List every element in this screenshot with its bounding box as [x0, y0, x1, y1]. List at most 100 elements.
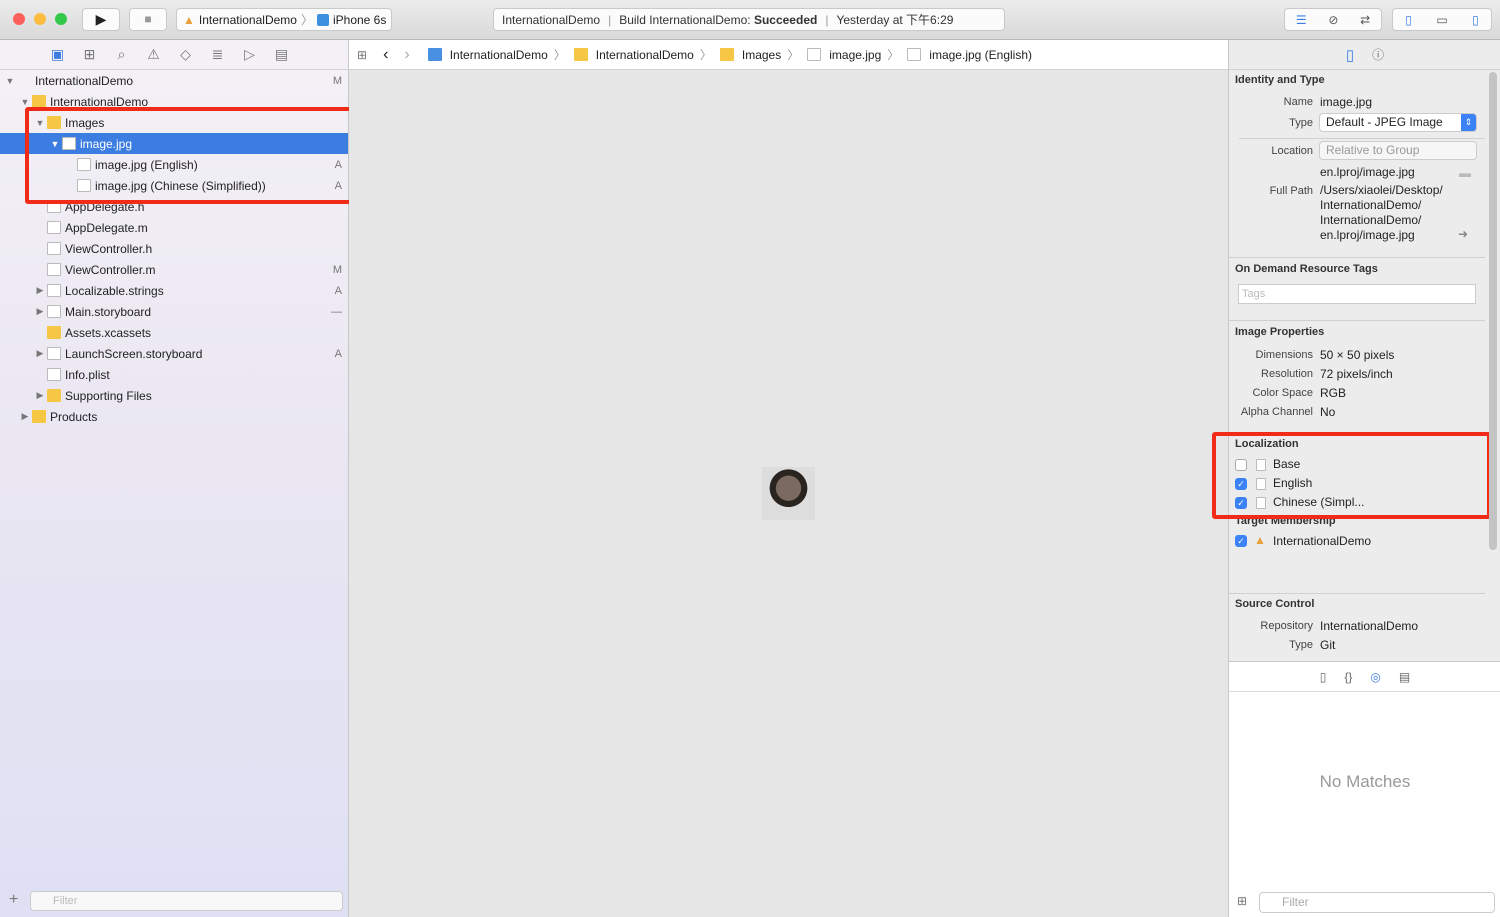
repository-value: InternationalDemo: [1320, 619, 1419, 633]
navigator-filter-input[interactable]: Filter: [30, 891, 343, 911]
run-button[interactable]: ▶: [82, 8, 120, 31]
tree-item[interactable]: ▶ Main.storyboard —: [0, 301, 348, 322]
scheme-selector[interactable]: ▲ InternationalDemo 〉 iPhone 6s: [176, 8, 392, 31]
warning-icon[interactable]: ⚠: [145, 46, 163, 63]
disclosure-triangle-icon[interactable]: ▶: [35, 348, 45, 359]
breadcrumb-label: InternationalDemo: [449, 47, 548, 62]
assistant-editor-icon[interactable]: ⊘: [1328, 13, 1338, 27]
name-value[interactable]: image.jpg: [1320, 95, 1372, 109]
editor-area: ⊞ ‹ › InternationalDemo 〉 InternationalDem…: [349, 40, 1228, 917]
build-status: Succeeded: [753, 12, 818, 27]
file-template-icon[interactable]: ▯: [1320, 670, 1327, 684]
repository-label: Repository: [1260, 620, 1313, 632]
tree-item[interactable]: Info.plist: [0, 364, 348, 385]
tree-item-label: Products: [50, 409, 98, 424]
tree-item[interactable]: AppDelegate.m: [0, 217, 348, 238]
inspector-toggle-icon[interactable]: ▯: [1472, 13, 1479, 27]
location-label: Location: [1271, 145, 1313, 157]
disclosure-triangle-icon[interactable]: ▶: [35, 306, 45, 317]
minimize-window-button[interactable]: [34, 13, 46, 25]
scm-status-badge: —: [331, 305, 342, 318]
tree-item[interactable]: ▶ Localizable.strings A: [0, 280, 348, 301]
debug-toggle-icon[interactable]: ▭: [1436, 13, 1447, 27]
breadcrumb-item[interactable]: InternationalDemo: [426, 46, 548, 63]
tree-item-label: Main.storyboard: [65, 304, 152, 319]
disclosure-triangle-icon[interactable]: ▶: [35, 390, 45, 401]
jump-bar: ⊞ ‹ › InternationalDemo 〉 InternationalDem…: [349, 40, 1228, 70]
image-preview: [762, 467, 815, 520]
breadcrumb-item[interactable]: Images: [718, 46, 781, 63]
report-icon[interactable]: ▤: [273, 46, 291, 63]
tree-item[interactable]: Assets.xcassets: [0, 322, 348, 343]
tree-item-label: ViewController.h: [65, 241, 153, 256]
breadcrumb-separator: 〉: [787, 48, 800, 62]
scm-type-label: Type: [1289, 639, 1313, 651]
back-icon[interactable]: ‹: [383, 46, 388, 64]
close-window-button[interactable]: [13, 13, 25, 25]
image-property-label: Resolution: [1261, 368, 1313, 380]
image-property-value: RGB: [1320, 386, 1347, 400]
location-popup[interactable]: Relative to Group: [1319, 141, 1477, 160]
type-popup[interactable]: Default - JPEG Image ⇕: [1319, 113, 1477, 132]
tree-item[interactable]: ▶ Supporting Files: [0, 385, 348, 406]
device-name: iPhone 6s: [332, 12, 387, 27]
zoom-window-button[interactable]: [55, 13, 67, 25]
scm-status-badge: M: [332, 263, 342, 276]
test-icon[interactable]: ◇: [177, 46, 195, 63]
standard-editor-icon[interactable]: ☰: [1296, 13, 1307, 27]
related-items-icon[interactable]: ⊞: [357, 48, 367, 62]
search-icon[interactable]: ⌕: [113, 46, 131, 63]
tags-input[interactable]: Tags: [1238, 284, 1476, 304]
add-icon[interactable]: +: [9, 891, 18, 909]
grid-view-icon[interactable]: ⊞: [1237, 894, 1247, 908]
source-control-title: Source Control: [1235, 598, 1315, 610]
target-checkbox[interactable]: ✓: [1235, 535, 1247, 547]
file-icon: [47, 305, 61, 318]
tags-section-title: On Demand Resource Tags: [1235, 263, 1378, 275]
path-line: InternationalDemo/: [1320, 213, 1422, 227]
version-editor-icon[interactable]: ⇄: [1360, 13, 1370, 27]
inspector-scrollbar[interactable]: [1489, 72, 1497, 550]
reveal-arrow-icon[interactable]: ➜: [1458, 227, 1468, 241]
file-icon: [47, 284, 61, 297]
scheme-name: InternationalDemo: [198, 12, 297, 27]
highlight-box: [25, 107, 353, 204]
folder-icon[interactable]: ▬: [1459, 166, 1471, 180]
tree-item[interactable]: ViewController.h: [0, 238, 348, 259]
file-icon: [807, 48, 822, 61]
navigator-toggle-icon[interactable]: ▯: [1405, 13, 1412, 27]
breadcrumb-item[interactable]: image.jpg: [805, 46, 881, 63]
disclosure-triangle-icon[interactable]: ▼: [20, 97, 30, 107]
debug-icon[interactable]: ≣: [209, 46, 227, 63]
folder-icon[interactable]: ▣: [49, 46, 67, 63]
type-value: Default - JPEG Image: [1326, 115, 1443, 129]
image-property-label: Color Space: [1252, 387, 1313, 399]
disclosure-triangle-icon[interactable]: ▼: [5, 76, 15, 86]
breakpoint-icon[interactable]: ▷: [241, 46, 259, 63]
iphone-icon: [316, 13, 329, 26]
disclosure-triangle-icon[interactable]: ▶: [20, 411, 30, 422]
breadcrumb-item[interactable]: InternationalDemo: [572, 46, 694, 63]
tree-item[interactable]: ▶ Products: [0, 406, 348, 427]
hierarchy-icon[interactable]: ⊞: [81, 46, 99, 63]
library-filter-input[interactable]: Filter: [1259, 892, 1495, 913]
path-line: /Users/xiaolei/Desktop/: [1320, 183, 1443, 197]
media-library-icon[interactable]: ▤: [1399, 670, 1410, 684]
help-icon[interactable]: ⓘ: [1372, 46, 1384, 63]
disclosure-triangle-icon[interactable]: ▶: [35, 285, 45, 296]
path-line: en.lproj/image.jpg: [1320, 228, 1415, 242]
tree-item[interactable]: ViewController.m M: [0, 259, 348, 280]
file-inspector-icon[interactable]: ▯: [1346, 46, 1354, 64]
tree-item[interactable]: ▼ InternationalDemo M: [0, 70, 348, 91]
object-library-icon[interactable]: ◎: [1370, 670, 1380, 684]
tree-item[interactable]: ▶ LaunchScreen.storyboard A: [0, 343, 348, 364]
app-icon: ▲: [1254, 533, 1266, 547]
breadcrumb-item[interactable]: image.jpg (English): [905, 46, 1032, 63]
breadcrumb-label: image.jpg: [829, 47, 882, 62]
code-snippet-icon[interactable]: {}: [1344, 670, 1352, 684]
stop-button[interactable]: ■: [129, 8, 167, 31]
activity-build: Build InternationalDemo:: [619, 12, 751, 27]
breadcrumb-separator: 〉: [887, 48, 900, 62]
activity-project: InternationalDemo: [502, 12, 601, 27]
forward-icon[interactable]: ›: [404, 46, 409, 64]
